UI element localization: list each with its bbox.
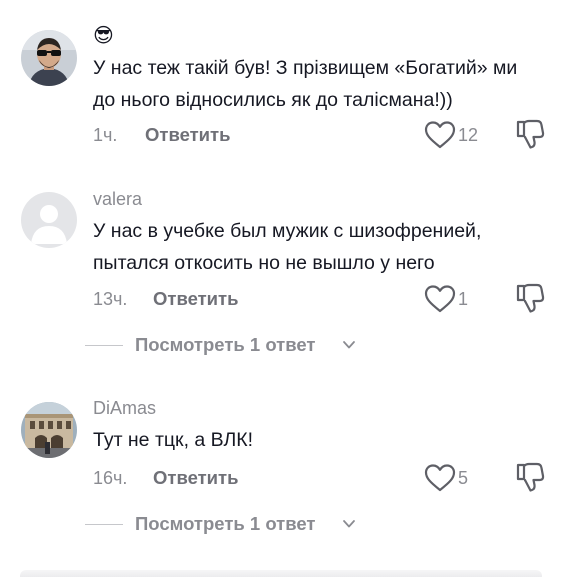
comment-actions: 16ч. Ответить 5 xyxy=(93,462,545,493)
avatar-photo xyxy=(21,402,77,458)
heart-outline-icon xyxy=(424,464,456,492)
comment-body: DiAmas Тут не тцк, а ВЛК! 16ч. Ответить … xyxy=(93,395,545,492)
divider-line xyxy=(85,345,123,346)
avatar[interactable] xyxy=(21,30,77,86)
username[interactable]: DiAmas xyxy=(93,395,542,421)
like-count: 1 xyxy=(458,289,469,309)
comment-time: 16ч. xyxy=(93,468,128,488)
comment-text: У нас в учебке был мужик с шизофренией, … xyxy=(93,220,482,274)
like-button[interactable] xyxy=(424,284,456,314)
thumbs-down-outline-icon xyxy=(516,462,545,492)
next-comment-peek xyxy=(20,570,542,577)
comment-actions: 1ч. Ответить 12 xyxy=(93,119,545,150)
dislike-button[interactable] xyxy=(515,118,545,150)
comments-screen: 😎 У нас теж такій був! З прізвищем «Бога… xyxy=(0,0,562,577)
thumbs-down-outline-icon xyxy=(516,283,545,313)
avatar-photo xyxy=(21,30,77,86)
dislike-button[interactable] xyxy=(515,282,545,314)
comment-item: 😎 У нас теж такій був! З прізвищем «Бога… xyxy=(0,22,562,162)
thumbs-down-outline-icon xyxy=(516,119,545,149)
like-count: 12 xyxy=(458,125,479,145)
comment-body: 😎 У нас теж такій був! З прізвищем «Бога… xyxy=(93,22,545,149)
avatar[interactable] xyxy=(21,192,77,248)
divider-line xyxy=(85,524,123,525)
like-button[interactable] xyxy=(424,120,456,150)
heart-outline-icon xyxy=(424,285,456,313)
view-replies-label: Посмотреть 1 ответ xyxy=(135,513,316,534)
reply-button[interactable]: Ответить xyxy=(153,286,239,312)
comment-text: У нас теж такій був! З прізвищем «Богати… xyxy=(93,57,518,111)
comment-item: DiAmas Тут не тцк, а ВЛК! 16ч. Ответить … xyxy=(0,395,562,505)
comment-text: Тут не тцк, а ВЛК! xyxy=(93,429,254,451)
like-button[interactable] xyxy=(424,463,456,493)
chevron-down-icon xyxy=(343,520,355,528)
chevron-down-icon xyxy=(343,341,355,349)
like-count: 5 xyxy=(458,468,469,488)
comment-time: 13ч. xyxy=(93,289,128,309)
reply-button[interactable]: Ответить xyxy=(153,465,239,491)
username-emoji: 😎 xyxy=(93,23,114,47)
comment-time: 1ч. xyxy=(93,125,118,145)
dislike-button[interactable] xyxy=(515,461,545,493)
username[interactable]: valera xyxy=(93,186,542,212)
heart-outline-icon xyxy=(424,121,456,149)
avatar[interactable] xyxy=(21,402,77,458)
comment-body: valera У нас в учебке был мужик с шизофр… xyxy=(93,186,545,313)
reply-button[interactable]: Ответить xyxy=(145,122,231,148)
view-replies-label: Посмотреть 1 ответ xyxy=(135,334,316,355)
default-avatar-icon xyxy=(21,192,77,248)
comment-item: valera У нас в учебке был мужик с шизофр… xyxy=(0,186,562,326)
comment-actions: 13ч. Ответить 1 xyxy=(93,283,545,314)
